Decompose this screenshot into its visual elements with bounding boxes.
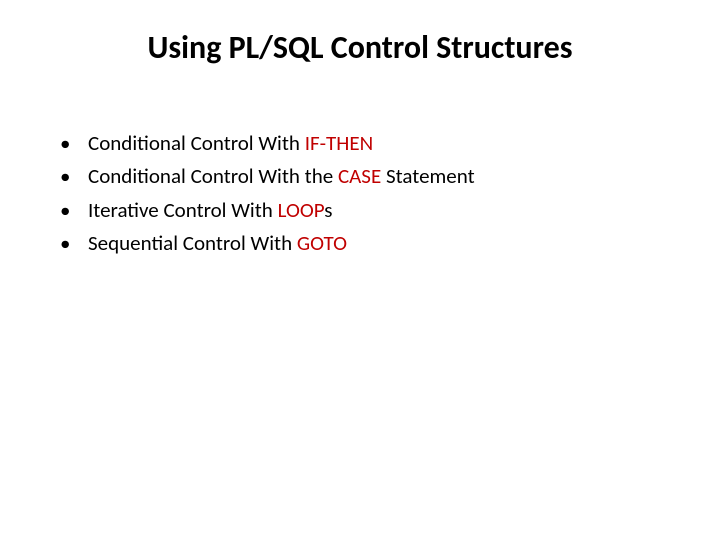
- bullet-icon: •: [60, 163, 88, 190]
- bullet-highlight: GOTO: [297, 230, 347, 256]
- bullet-text: Conditional Control With the CASE Statem…: [88, 163, 660, 190]
- slide-title: Using PL/SQL Control Structures: [0, 28, 720, 67]
- bullet-pre: Sequential Control With: [88, 230, 297, 256]
- bullet-highlight: LOOP: [278, 197, 325, 223]
- bullet-pre: Conditional Control With: [88, 130, 305, 156]
- list-item: • Conditional Control With the CASE Stat…: [60, 163, 660, 190]
- bullet-icon: •: [60, 130, 88, 157]
- bullet-text: Conditional Control With IF-THEN: [88, 130, 660, 157]
- bullet-pre: Conditional Control With the: [88, 163, 338, 189]
- bullet-list: • Conditional Control With IF-THEN • Con…: [60, 130, 660, 263]
- list-item: • Iterative Control With LOOPs: [60, 197, 660, 224]
- bullet-highlight: IF-THEN: [305, 130, 374, 156]
- list-item: • Sequential Control With GOTO: [60, 230, 660, 257]
- bullet-icon: •: [60, 197, 88, 224]
- bullet-post: Statement: [381, 163, 474, 189]
- bullet-icon: •: [60, 230, 88, 257]
- bullet-highlight: CASE: [338, 163, 381, 189]
- list-item: • Conditional Control With IF-THEN: [60, 130, 660, 157]
- bullet-text: Iterative Control With LOOPs: [88, 197, 660, 224]
- slide: Using PL/SQL Control Structures • Condit…: [0, 0, 720, 540]
- bullet-pre: Iterative Control With: [88, 197, 278, 223]
- bullet-post: s: [324, 197, 332, 223]
- bullet-text: Sequential Control With GOTO: [88, 230, 660, 257]
